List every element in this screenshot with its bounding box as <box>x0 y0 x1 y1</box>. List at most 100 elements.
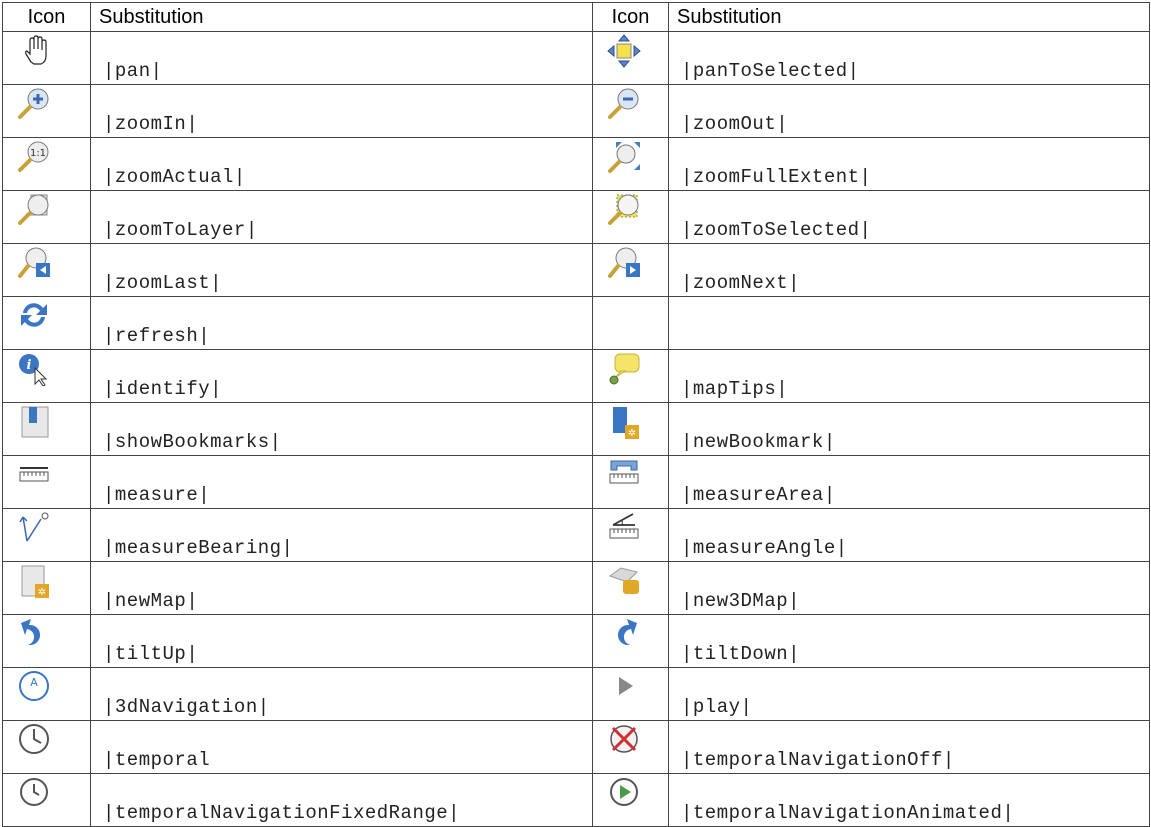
substitution-column-header: Substitution <box>668 2 1150 32</box>
temporal-animated-icon <box>610 778 638 806</box>
identify-icon: i <box>19 354 48 386</box>
substitution-cell: |temporalNavigationAnimated| <box>668 773 1150 827</box>
icon-column-header: Icon <box>2 2 91 32</box>
icon-cell <box>592 84 669 138</box>
icon-cell <box>592 31 669 85</box>
substitution-cell: |measureBearing| <box>90 508 593 562</box>
icon-cell <box>2 190 91 244</box>
svg-text:i: i <box>27 358 32 373</box>
icon-cell <box>2 31 91 85</box>
icon-cell <box>2 296 91 350</box>
icon-cell <box>2 720 91 774</box>
icon-cell <box>2 84 91 138</box>
icon-cell: 1:1 <box>2 137 91 191</box>
icon-cell: ✲ <box>2 561 91 615</box>
pan-hand-icon <box>25 35 47 65</box>
table-row: |temporalNavigationFixedRange| |temporalN… <box>2 773 1150 827</box>
substitution-cell: |zoomToLayer| <box>90 190 593 244</box>
header-row: Icon Substitution Icon Substitution <box>2 2 1150 32</box>
substitution-cell: |3dNavigation| <box>90 667 593 721</box>
table-row: |showBookmarks| ✲ |newBookmark| <box>2 402 1150 456</box>
table-row: |zoomToLayer| |zoomToSelected| <box>2 190 1150 244</box>
tilt-up-icon <box>21 619 41 646</box>
substitution-cell: |newBookmark| <box>668 402 1150 456</box>
substitution-cell: |measureAngle| <box>668 508 1150 562</box>
table-row: A |3dNavigation| |play| <box>2 667 1150 721</box>
measure-area-icon <box>609 460 639 484</box>
measure-bearing-icon <box>19 512 49 542</box>
pan-to-selected-icon <box>607 34 641 68</box>
zoom-full-extent-icon <box>608 142 640 173</box>
temporal-navigation-off-icon <box>610 725 638 753</box>
show-bookmarks-icon <box>21 406 49 438</box>
icon-cell <box>592 614 669 668</box>
icon-cell <box>592 296 669 350</box>
zoom-actual-icon: 1:1 <box>18 141 49 172</box>
new-map-icon: ✲ <box>21 565 49 598</box>
table-row: |temporal |temporalNavigationOff| <box>2 720 1150 774</box>
substitution-cell: |newMap| <box>90 561 593 615</box>
icon-cell <box>592 720 669 774</box>
temporal-fixed-range-icon <box>20 778 48 806</box>
zoom-to-layer-icon <box>18 194 49 225</box>
icon-cell: A <box>2 667 91 721</box>
icon-cell <box>2 243 91 297</box>
substitution-cell: |refresh| <box>90 296 593 350</box>
measure-angle-icon <box>609 513 639 539</box>
substitution-cell: |temporalNavigationFixedRange| <box>90 773 593 827</box>
substitution-cell: |temporal <box>90 720 593 774</box>
substitution-table: Icon Substitution Icon Substitution |pan… <box>2 2 1150 827</box>
substitution-cell: |pan| <box>90 31 593 85</box>
zoom-out-icon <box>608 88 639 119</box>
icon-cell <box>2 508 91 562</box>
substitution-cell: |zoomIn| <box>90 84 593 138</box>
table-row: |refresh| <box>2 296 1150 350</box>
refresh-icon <box>21 303 47 327</box>
substitution-cell: |tiltUp| <box>90 614 593 668</box>
icon-cell <box>592 137 669 191</box>
substitution-cell: |measure| <box>90 455 593 509</box>
zoom-in-icon <box>18 88 49 119</box>
substitution-cell: |tiltDown| <box>668 614 1150 668</box>
tilt-down-icon <box>617 619 637 646</box>
new-bookmark-icon: ✲ <box>613 407 639 439</box>
icon-cell <box>592 667 669 721</box>
substitution-cell: |measureArea| <box>668 455 1150 509</box>
icon-cell <box>592 190 669 244</box>
icon-cell <box>592 455 669 509</box>
play-icon <box>619 677 633 695</box>
map-tips-icon <box>609 353 640 385</box>
table-row: |measureBearing| |measureAngle| <box>2 508 1150 562</box>
substitution-cell: |panToSelected| <box>668 31 1150 85</box>
svg-text:✲: ✲ <box>628 428 636 439</box>
new-3d-map-icon <box>608 567 639 594</box>
table-row: |zoomLast| |zoomNext| <box>2 243 1150 297</box>
table-row: |tiltUp| |tiltDown| <box>2 614 1150 668</box>
icon-cell <box>592 243 669 297</box>
table-row: i |identify| |mapTips| <box>2 349 1150 403</box>
table-row: |measure| |measureArea| <box>2 455 1150 509</box>
substitution-cell: |zoomNext| <box>668 243 1150 297</box>
icon-cell <box>2 455 91 509</box>
substitution-cell: |showBookmarks| <box>90 402 593 456</box>
substitution-cell: |zoomToSelected| <box>668 190 1150 244</box>
substitution-cell: |play| <box>668 667 1150 721</box>
substitution-cell: |identify| <box>90 349 593 403</box>
icon-column-header: Icon <box>592 2 669 32</box>
zoom-to-selected-icon <box>608 194 639 225</box>
icon-cell <box>2 614 91 668</box>
icon-cell <box>592 349 669 403</box>
icon-cell <box>592 561 669 615</box>
table-row: |zoomIn| |zoomOut| <box>2 84 1150 138</box>
icon-cell <box>592 508 669 562</box>
table-row: 1:1 |zoomActual| |zoomFullExtent| <box>2 137 1150 191</box>
temporal-icon <box>19 724 49 754</box>
icon-cell <box>2 773 91 827</box>
substitution-column-header: Substitution <box>90 2 593 32</box>
substitution-cell: |temporalNavigationOff| <box>668 720 1150 774</box>
icon-cell: i <box>2 349 91 403</box>
substitution-cell: |mapTips| <box>668 349 1150 403</box>
measure-icon <box>19 467 49 482</box>
substitution-cell: |zoomOut| <box>668 84 1150 138</box>
3d-navigation-icon: A <box>19 671 49 701</box>
